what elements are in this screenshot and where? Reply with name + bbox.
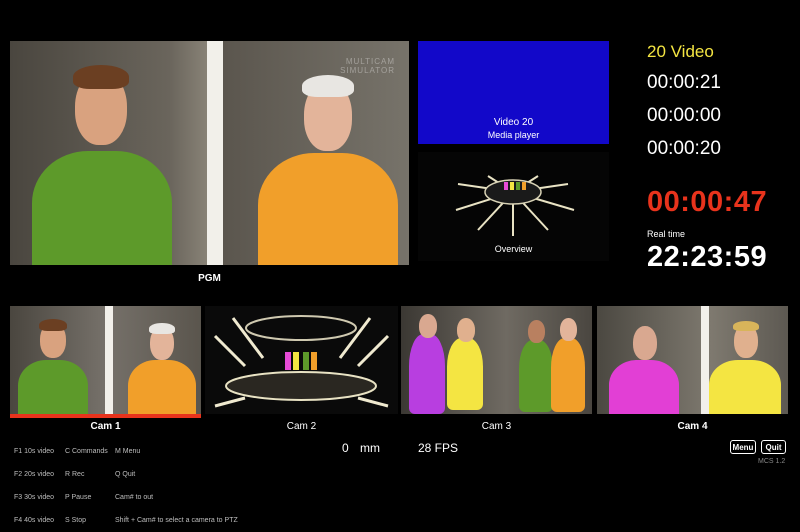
version-label: MCS 1.2 — [758, 458, 786, 465]
countdown-timer: 00:00:47 — [647, 186, 768, 218]
cam-4-preview[interactable] — [597, 306, 788, 414]
presenter-green — [18, 318, 88, 414]
realtime-label: Real time — [647, 229, 686, 239]
program-monitor: MULTICAM SIMULATOR — [10, 41, 409, 265]
shortcut-list-videos: F1 10s video F2 20s video F3 30s video F… — [14, 448, 55, 524]
presenter-green — [32, 63, 172, 265]
studio-wide-graphic — [213, 315, 390, 408]
cam-2-label: Cam 2 — [286, 421, 317, 432]
studio-pillar — [701, 306, 709, 414]
timer-zero: 00:00:00 — [647, 105, 721, 126]
guest-yellow — [709, 320, 781, 414]
cam-1-live-tally — [10, 414, 201, 418]
program-label: PGM — [198, 273, 221, 284]
cam-2-preview[interactable] — [205, 306, 398, 414]
shortcut-list-commands: C Commands R Rec P Pause S Stop — [65, 448, 108, 524]
guest-yellow — [447, 316, 487, 411]
presenter-orange — [258, 73, 398, 265]
cam-3-preview[interactable] — [401, 306, 592, 414]
quit-button[interactable]: Quit — [761, 440, 786, 454]
guest-magenta — [409, 312, 449, 414]
cam-1-label: Cam 1 — [90, 421, 121, 432]
studio-pillar — [207, 41, 223, 265]
media-player-title: Video 20 — [493, 117, 534, 128]
presenter-orange — [128, 322, 196, 414]
elapsed-time: 00:00:21 — [647, 72, 721, 93]
video-title: 20 Video — [647, 42, 714, 61]
shortcut-list-menu: M Menu Q Quit Cam# to out Shift + Cam# t… — [115, 448, 238, 524]
guest-magenta — [609, 322, 679, 414]
cam-3-label: Cam 3 — [481, 421, 512, 432]
media-player-subtitle: Media player — [487, 130, 540, 140]
cam-1-preview[interactable] — [10, 306, 201, 414]
menu-button[interactable]: Menu — [730, 440, 756, 454]
cam-4-label: Cam 4 — [677, 421, 708, 432]
presenter-orange — [551, 316, 591, 412]
focal-length-unit: mm — [360, 441, 380, 455]
overview-preview[interactable]: Overview — [418, 152, 609, 261]
overview-label: Overview — [494, 244, 533, 254]
video-duration: 00:00:20 — [647, 138, 721, 159]
studio-pillar — [105, 306, 113, 414]
focal-length-value: 0 — [342, 441, 349, 455]
fps-counter: 28 FPS — [418, 441, 459, 455]
media-player-preview[interactable]: Video 20 Media player — [418, 41, 609, 144]
realtime-clock: 22:23:59 — [647, 241, 768, 273]
